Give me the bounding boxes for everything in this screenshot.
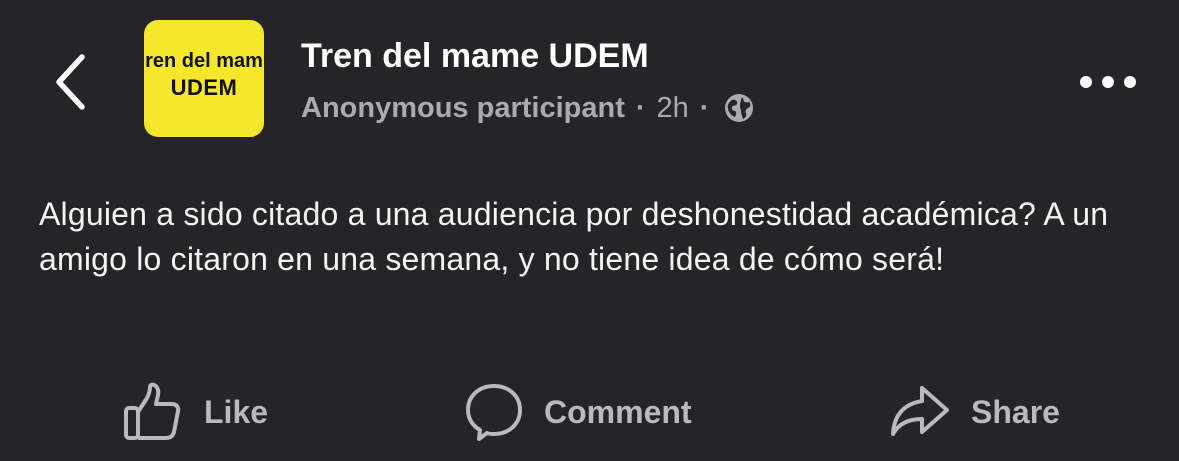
group-name[interactable]: Tren del mame UDEM	[301, 34, 649, 78]
post-meta: Anonymous participant · 2h ·	[301, 88, 755, 128]
avatar-text-line1: ren del mam	[145, 50, 263, 72]
comment-bubble-icon	[464, 382, 524, 442]
share-button[interactable]: Share	[889, 370, 1060, 454]
post-text: Alguien a sido citado a una audiencia po…	[39, 196, 1109, 277]
post-time[interactable]: 2h	[657, 92, 689, 125]
chevron-left-icon	[56, 54, 85, 110]
like-button[interactable]: Like	[122, 370, 268, 454]
group-avatar[interactable]: ren del mam UDEM	[144, 20, 264, 137]
author-name: Anonymous participant	[301, 91, 625, 124]
more-options-button[interactable]	[1076, 62, 1140, 102]
thumbs-up-icon	[122, 382, 182, 442]
share-label: Share	[971, 393, 1060, 430]
like-label: Like	[204, 393, 269, 430]
meta-separator: ·	[635, 91, 646, 124]
post-card: ren del mam UDEM Tren del mame UDEM Anon…	[0, 0, 1179, 461]
comment-label: Comment	[544, 393, 692, 430]
meta-separator: ·	[699, 91, 710, 124]
globe-icon	[723, 92, 755, 124]
more-horizontal-icon	[1080, 76, 1136, 88]
action-bar: Like Comment Share	[0, 370, 1179, 454]
back-button[interactable]	[46, 50, 94, 114]
share-arrow-icon	[889, 384, 951, 440]
comment-button[interactable]: Comment	[464, 370, 692, 454]
avatar-text-line2: UDEM	[170, 75, 238, 100]
